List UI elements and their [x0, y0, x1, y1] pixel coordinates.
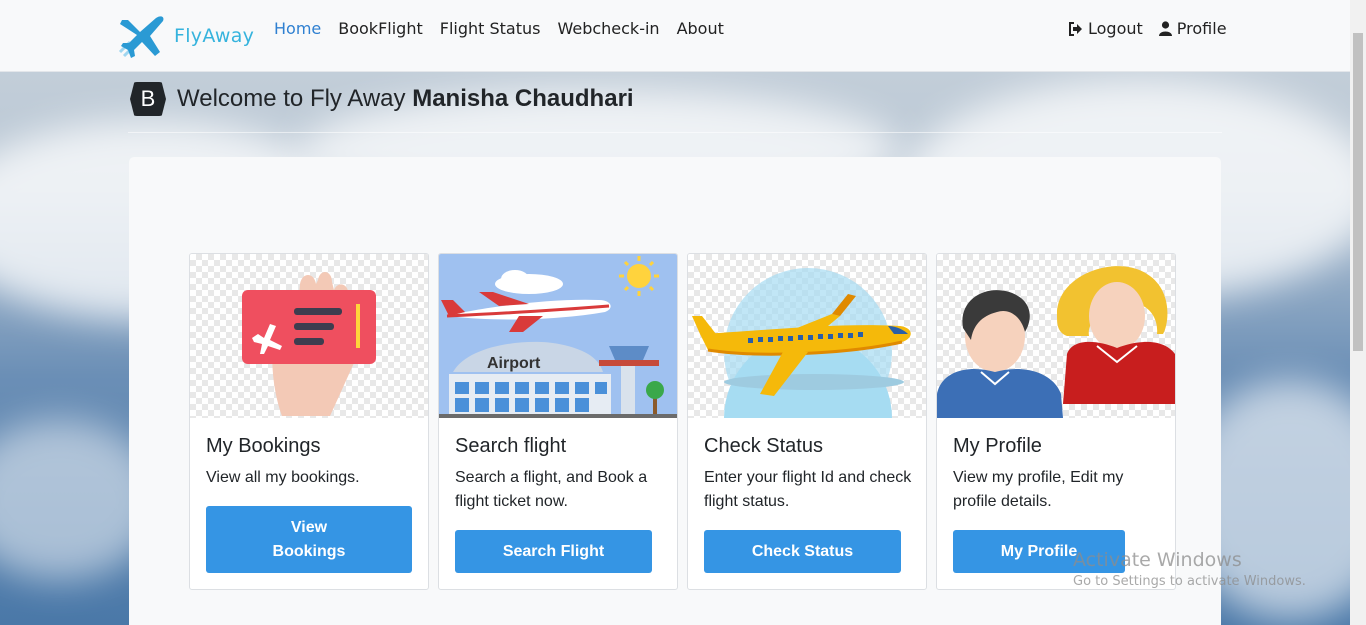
divider [128, 132, 1222, 133]
card-title: Check Status [704, 435, 823, 457]
nav-link-flight-status[interactable]: Flight Status [440, 19, 541, 38]
airport-sign: Airport [487, 355, 541, 372]
card-title: Search flight [455, 435, 567, 457]
ticket-in-hand-icon [190, 254, 428, 418]
nav-link-about[interactable]: About [677, 19, 724, 38]
card-my-profile: My Profile View my profile, Edit my prof… [936, 253, 1176, 590]
logout-label: Logout [1088, 19, 1143, 38]
card-text: View all my bookings. [206, 469, 360, 486]
logout-link[interactable]: Logout [1068, 19, 1143, 38]
welcome-text: Welcome to Fly Away Manisha Chaudhari [177, 85, 634, 113]
nav-links: Home BookFlight Flight Status Webcheck-i… [274, 19, 741, 38]
scrollbar[interactable] [1350, 0, 1366, 625]
profile-link[interactable]: Profile [1158, 19, 1227, 38]
search-flight-button[interactable]: Search Flight [455, 530, 652, 573]
welcome-heading: B Welcome to Fly Away Manisha Chaudhari [130, 82, 634, 116]
airplane-logo-icon [118, 16, 164, 58]
nav-link-bookflight[interactable]: BookFlight [338, 19, 422, 38]
nav-link-home[interactable]: Home [274, 19, 321, 38]
card-my-bookings: My Bookings View all my bookings. View B… [189, 253, 429, 590]
profile-label: Profile [1176, 19, 1227, 38]
card-text: Enter your flight Id and check flight st… [704, 469, 912, 510]
card-title: My Bookings [206, 435, 321, 457]
activate-windows-watermark: Activate Windows Go to Settings to activ… [1073, 549, 1306, 589]
users-illustration-icon [937, 254, 1175, 418]
brand-name: FlyAway [174, 25, 255, 47]
airport-illustration-icon: Airport [439, 254, 677, 418]
airplane-illustration-icon [688, 254, 926, 418]
card-check-status: Check Status Enter your flight Id and ch… [687, 253, 927, 590]
watermark-title: Activate Windows [1073, 549, 1242, 571]
welcome-prefix: Welcome to Fly Away [177, 85, 413, 112]
check-status-button[interactable]: Check Status [704, 530, 901, 573]
navbar: FlyAway Home BookFlight Flight Status We… [0, 0, 1350, 72]
user-name: Manisha Chaudhari [412, 85, 634, 112]
card-search-flight: Airport Search flight Search a flight, a… [438, 253, 678, 590]
bootstrap-logo-icon: B [130, 82, 166, 116]
nav-link-webcheck-in[interactable]: Webcheck-in [557, 19, 659, 38]
brand[interactable]: FlyAway [116, 12, 254, 60]
card-text: View my profile, Edit my profile details… [953, 469, 1124, 510]
user-icon [1158, 21, 1172, 36]
watermark-subtitle: Go to Settings to activate Windows. [1073, 574, 1306, 589]
card-text: Search a flight, and Book a flight ticke… [455, 469, 648, 510]
nav-right: Logout Profile [1068, 19, 1243, 38]
sign-out-icon [1068, 21, 1083, 36]
view-bookings-button[interactable]: View Bookings [206, 506, 412, 573]
scrollbar-thumb[interactable] [1353, 33, 1363, 351]
card-title: My Profile [953, 435, 1042, 457]
